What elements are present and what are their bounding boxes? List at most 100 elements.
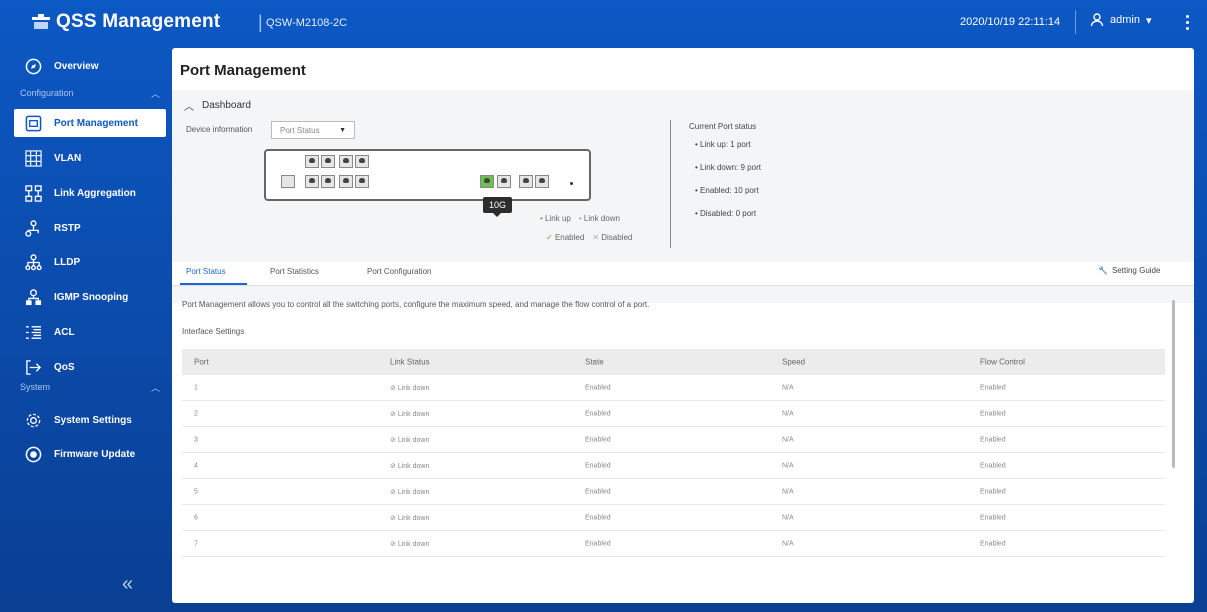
switch-port[interactable] — [355, 175, 369, 188]
firmware-icon — [24, 445, 42, 463]
legend-disabled: Disabled — [601, 233, 633, 242]
cell-link-status: ⊘ Link down — [390, 410, 430, 418]
switch-port-10g-up[interactable] — [480, 175, 494, 188]
collapse-sidebar-icon[interactable]: « — [122, 573, 133, 596]
table-row[interactable]: 7 ⊘ Link down Enabled N/A Enabled — [182, 531, 1165, 557]
switch-port-sfp[interactable] — [519, 175, 533, 188]
igmp-icon — [24, 288, 42, 306]
cell-flow-control: Enabled — [980, 410, 1006, 417]
gear-icon — [24, 411, 42, 429]
chevron-up-icon: ︿ — [150, 88, 160, 99]
sidebar-item-overview[interactable]: Overview — [14, 52, 166, 80]
tab-port-statistics[interactable]: Port Statistics — [270, 267, 319, 276]
table-row[interactable]: 3 ⊘ Link down Enabled N/A Enabled — [182, 427, 1165, 453]
username: admin — [1110, 14, 1140, 26]
tab-port-status[interactable]: Port Status — [186, 267, 226, 276]
legend-link-up: Link up — [545, 214, 571, 223]
sidebar-item-qos[interactable]: QoS — [14, 353, 166, 381]
col-link-status: Link Status — [390, 357, 430, 367]
cell-speed: N/A — [782, 410, 794, 417]
sidebar-item-label: LLDP — [54, 256, 81, 268]
port-icon — [24, 114, 42, 132]
device-info-select-value: Port Status — [280, 125, 320, 135]
user-icon — [1090, 13, 1104, 27]
switch-port[interactable] — [321, 155, 335, 168]
cell-port: 1 — [194, 384, 198, 391]
switch-port[interactable] — [339, 155, 353, 168]
sidebar-item-vlan[interactable]: VLAN — [14, 144, 166, 172]
sidebar-item-port-management[interactable]: Port Management — [14, 109, 166, 137]
wrench-icon: 🔧 — [1098, 266, 1108, 275]
topbar-divider — [1075, 10, 1076, 34]
switch-port[interactable] — [339, 175, 353, 188]
sidebar-item-label: Firmware Update — [54, 448, 136, 460]
sidebar-item-system-settings[interactable]: System Settings — [14, 406, 166, 434]
port-10g-tooltip: 10G — [483, 197, 513, 217]
device-info-select[interactable]: Port Status ▼ — [271, 121, 355, 139]
cell-flow-control: Enabled — [980, 462, 1006, 469]
cell-speed: N/A — [782, 488, 794, 495]
active-tab-indicator — [180, 283, 247, 285]
cell-port: 4 — [194, 462, 198, 469]
section-configuration[interactable]: Configuration ︿ — [20, 85, 160, 101]
dashboard-toggle[interactable]: ︿ Dashboard — [184, 98, 251, 113]
status-value: Enabled: 10 port — [700, 186, 759, 195]
sidebar-item-label: Port Management — [54, 117, 138, 129]
cell-speed: N/A — [782, 462, 794, 469]
sidebar: Overview Configuration ︿ Port Management… — [14, 48, 166, 603]
cell-state: Enabled — [585, 462, 611, 469]
table-row[interactable]: 5 ⊘ Link down Enabled N/A Enabled — [182, 479, 1165, 505]
sidebar-item-label: Overview — [54, 60, 99, 72]
switch-port[interactable] — [305, 155, 319, 168]
cell-state: Enabled — [585, 540, 611, 547]
cell-text: Link down — [397, 410, 430, 418]
sidebar-item-label: System Settings — [54, 414, 132, 426]
sidebar-item-firmware-update[interactable]: Firmware Update — [14, 440, 166, 468]
cell-link-status: ⊘ Link down — [390, 436, 430, 444]
cell-text: Link down — [397, 488, 430, 496]
sidebar-item-label: QoS — [54, 361, 75, 373]
sidebar-item-label: ACL — [54, 326, 75, 338]
switch-port-sfp[interactable] — [535, 175, 549, 188]
switch-port[interactable] — [321, 175, 335, 188]
table-scrollbar[interactable] — [1172, 300, 1175, 468]
cell-speed: N/A — [782, 514, 794, 521]
switch-port-10g[interactable] — [497, 175, 511, 188]
cell-link-status: ⊘ Link down — [390, 540, 430, 548]
switch-port[interactable] — [355, 155, 369, 168]
cell-port: 2 — [194, 410, 198, 417]
status-value: Disabled: 0 port — [700, 209, 757, 218]
status-value: Link up: 1 port — [700, 140, 751, 149]
sidebar-item-link-aggregation[interactable]: Link Aggregation — [14, 179, 166, 207]
chevron-up-icon: ︿ — [184, 102, 194, 113]
cell-flow-control: Enabled — [980, 436, 1006, 443]
table-row[interactable]: 6 ⊘ Link down Enabled N/A Enabled — [182, 505, 1165, 531]
cell-port: 7 — [194, 540, 198, 547]
table-row[interactable]: 2 ⊘ Link down Enabled N/A Enabled — [182, 401, 1165, 427]
setting-guide-button[interactable]: 🔧 Setting Guide — [1098, 266, 1160, 275]
qnap-logo-icon — [32, 14, 50, 29]
title-separator: | — [258, 12, 263, 32]
sidebar-item-acl[interactable]: ACL — [14, 318, 166, 346]
table-row[interactable]: 4 ⊘ Link down Enabled N/A Enabled — [182, 453, 1165, 479]
link-aggregation-icon — [24, 184, 42, 202]
table-row[interactable]: 1 ⊘ Link down Enabled N/A Enabled — [182, 375, 1165, 401]
section-label: System — [20, 382, 51, 392]
switch-port[interactable] — [305, 175, 319, 188]
sidebar-item-rstp[interactable]: RSTP — [14, 214, 166, 242]
sidebar-item-label: RSTP — [54, 222, 81, 234]
tab-port-configuration[interactable]: Port Configuration — [367, 267, 431, 276]
user-menu[interactable]: admin ▾ — [1090, 13, 1152, 27]
status-link-up: • Link up: 1 port — [695, 140, 751, 149]
section-system[interactable]: System ︿ — [20, 379, 160, 395]
more-options-icon[interactable] — [1180, 12, 1194, 32]
status-enabled: • Enabled: 10 port — [695, 186, 759, 195]
col-state: State — [585, 357, 604, 367]
device-info-label: Device information — [186, 125, 253, 134]
sidebar-item-lldp[interactable]: LLDP — [14, 248, 166, 276]
sidebar-item-label: IGMP Snooping — [54, 291, 129, 303]
sidebar-item-igmp-snooping[interactable]: IGMP Snooping — [14, 283, 166, 311]
device-model: QSW-M2108-2C — [266, 17, 348, 29]
dashboard-label: Dashboard — [202, 100, 251, 111]
sidebar-item-label: Link Aggregation — [54, 187, 136, 199]
